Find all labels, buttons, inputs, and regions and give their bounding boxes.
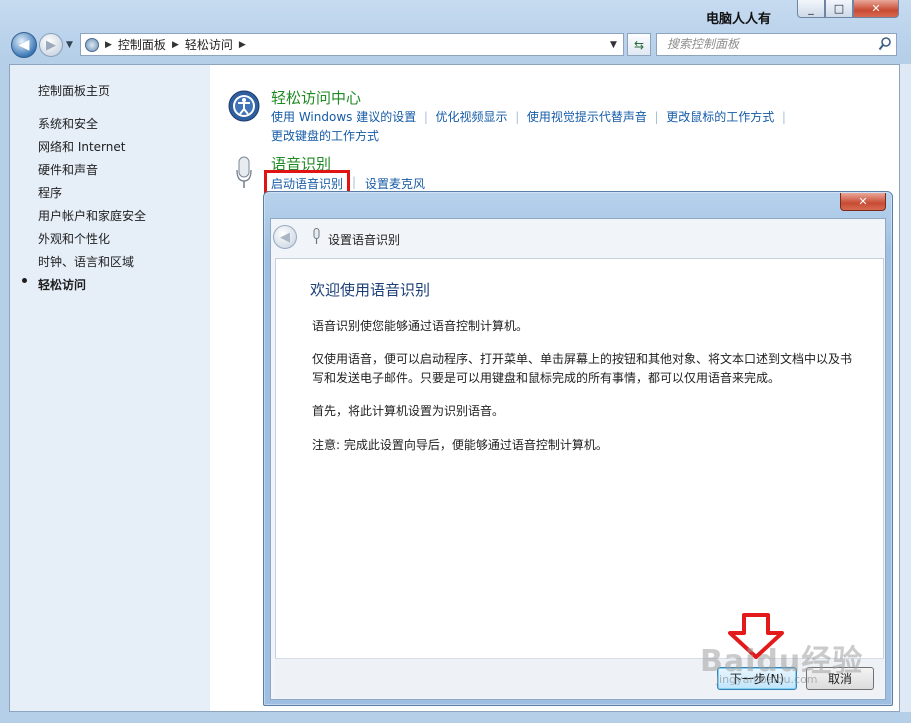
control-panel-icon xyxy=(85,37,99,52)
address-bar[interactable]: ▶ 控制面板 ▶ 轻松访问 ▶ xyxy=(80,33,624,56)
microphone-icon xyxy=(236,156,252,188)
history-dropdown-icon[interactable]: ▼ xyxy=(66,40,73,50)
baidu-watermark-url: jingyan.baidu.com xyxy=(716,673,818,686)
sidebar-item-network[interactable]: 网络和 Internet xyxy=(38,138,125,155)
close-button[interactable]: ✕ xyxy=(853,0,899,18)
chevron-right-icon[interactable]: ▶ xyxy=(239,40,246,50)
sidebar-item-ease-of-access[interactable]: 轻松访问 xyxy=(38,276,86,293)
link-mouse-settings[interactable]: 更改鼠标的工作方式 xyxy=(666,110,774,124)
dialog-close-button[interactable]: ✕ xyxy=(840,193,886,211)
link-separator: | xyxy=(352,175,357,189)
sidebar-item-user-accounts[interactable]: 用户帐户和家庭安全 xyxy=(38,207,146,224)
sidebar-item-home[interactable]: 控制面板主页 xyxy=(38,82,110,99)
breadcrumb-ease-of-access[interactable]: 轻松访问 xyxy=(185,36,233,53)
link-separator: | xyxy=(511,110,524,124)
scrollbar[interactable] xyxy=(900,64,911,712)
breadcrumb-control-panel[interactable]: 控制面板 xyxy=(118,36,166,53)
refresh-button[interactable]: ⇆ xyxy=(627,33,651,56)
ease-center-title[interactable]: 轻松访问中心 xyxy=(271,87,361,108)
ease-center-links: 使用 Windows 建议的设置 | 优化视频显示 | 使用视觉提示代替声音 |… xyxy=(271,108,786,125)
sidebar-item-hardware-sound[interactable]: 硬件和声音 xyxy=(38,161,98,178)
refresh-icon: ⇆ xyxy=(633,37,645,52)
chevron-right-icon[interactable]: ▶ xyxy=(105,40,112,50)
arrow-left-icon: ◀ xyxy=(18,37,30,53)
chevron-right-icon[interactable]: ▶ xyxy=(172,40,179,50)
forward-button[interactable]: ▶ xyxy=(39,33,63,57)
active-bullet-icon xyxy=(22,278,27,283)
link-recommended-settings[interactable]: 使用 Windows 建议的设置 xyxy=(271,110,416,124)
link-separator: | xyxy=(420,110,432,124)
dialog-title: 设置语音识别 xyxy=(328,233,401,247)
link-setup-microphone[interactable]: 设置麦克风 xyxy=(365,175,425,192)
link-optimize-display[interactable]: 优化视频显示 xyxy=(436,110,508,124)
sidebar-item-programs[interactable]: 程序 xyxy=(38,184,62,201)
link-keyboard-settings[interactable]: 更改键盘的工作方式 xyxy=(271,127,379,144)
microphone-icon xyxy=(313,228,320,244)
link-visual-cues[interactable]: 使用视觉提示代替声音 xyxy=(527,110,647,124)
maximize-button[interactable]: □ xyxy=(825,0,853,18)
back-button[interactable]: ◀ xyxy=(11,32,37,58)
arrow-right-icon: ▶ xyxy=(46,37,56,53)
arrow-left-icon: ◀ xyxy=(280,229,290,245)
intro-paragraph: 语音识别使您能够通过语音控制计算机。 xyxy=(312,319,529,333)
note-paragraph: 注意: 完成此设置向导后，便能够通过语音控制计算机。 xyxy=(312,438,608,452)
dialog-back-button[interactable]: ◀ xyxy=(273,225,297,249)
description-paragraph: 仅使用语音，便可以启动程序、打开菜单、单击屏幕上的按钮和其他对象、将文本口述到文… xyxy=(312,352,853,385)
welcome-heading: 欢迎使用语音识别 xyxy=(310,281,431,299)
link-separator: | xyxy=(650,110,663,124)
sidebar-item-appearance[interactable]: 外观和个性化 xyxy=(38,230,110,247)
sidebar-item-clock-region[interactable]: 时钟、语言和区域 xyxy=(38,253,134,270)
minimize-button[interactable]: _ xyxy=(797,0,825,18)
link-separator: | xyxy=(778,110,786,124)
watermark-text: 电脑人人有 xyxy=(706,12,772,27)
sidebar-item-system-security[interactable]: 系统和安全 xyxy=(38,115,98,132)
address-dropdown-icon[interactable]: ▼ xyxy=(610,40,617,50)
search-input[interactable]: 搜索控制面板 xyxy=(656,33,897,56)
search-icon[interactable] xyxy=(878,36,892,52)
first-step-paragraph: 首先，将此计算机设置为识别语音。 xyxy=(312,404,505,418)
ease-of-access-icon xyxy=(228,90,260,122)
